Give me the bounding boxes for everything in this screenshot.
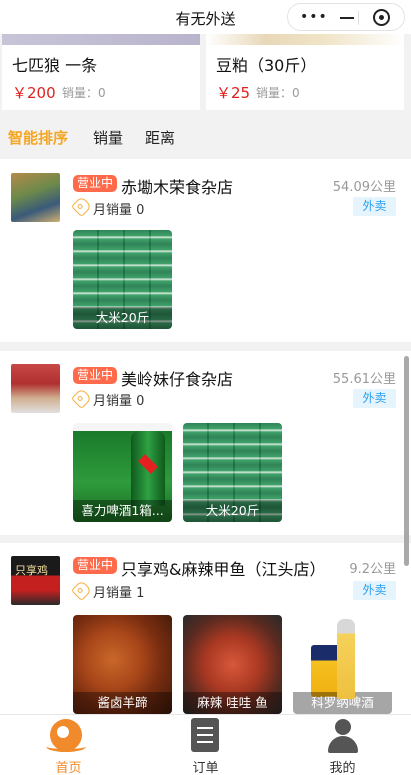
tab-label: 我的 xyxy=(329,761,356,775)
product-image xyxy=(2,34,200,45)
goods-item[interactable]: 大米20斤 xyxy=(183,423,282,522)
product-card[interactable]: 豆粕（30斤） ￥25 销量：0 xyxy=(206,34,404,110)
tab-label: 订单 xyxy=(192,761,219,775)
sort-distance[interactable]: 距离 xyxy=(145,127,175,148)
shop-card[interactable]: 营业中 只享鸡&麻辣甲鱼（江头店） 9.2公里 月销量 1 外卖 酱卤羊蹄 麻辣… xyxy=(0,543,411,714)
more-dots-icon[interactable]: ••• xyxy=(300,10,328,24)
order-list-icon xyxy=(191,718,219,752)
goods-label: 大米20斤 xyxy=(183,500,282,522)
product-sales: 销量：0 xyxy=(256,86,300,100)
sort-bar: 智能排序 销量 距离 xyxy=(0,118,411,156)
home-icon xyxy=(46,719,86,752)
shop-thumbnail xyxy=(11,364,60,413)
shop-card[interactable]: 营业中 美岭妹仔食杂店 55.61公里 月销量 0 外卖 喜力啤酒1箱... 大… xyxy=(0,351,411,535)
tab-orders[interactable]: 订单 xyxy=(137,715,274,775)
goods-item[interactable]: 喜力啤酒1箱... xyxy=(73,423,172,522)
product-image xyxy=(206,34,404,45)
status-badge: 营业中 xyxy=(73,557,118,574)
featured-products: 七匹狼 一条 ￥200 销量：0 豆粕（30斤） ￥25 销量：0 xyxy=(0,34,411,124)
sort-smart[interactable]: 智能排序 xyxy=(8,127,68,148)
product-card[interactable]: 七匹狼 一条 ￥200 销量：0 xyxy=(2,34,200,110)
mini-program-capsule: ••• xyxy=(287,3,405,31)
goods-item[interactable]: 科罗纳啤酒 xyxy=(293,615,392,714)
product-name: 豆粕（30斤） xyxy=(216,56,317,75)
capsule-divider xyxy=(358,11,359,25)
sort-sales[interactable]: 销量 xyxy=(93,127,123,148)
status-badge: 营业中 xyxy=(73,367,118,384)
minimize-icon[interactable] xyxy=(340,17,354,19)
tab-bar: 首页 订单 我的 xyxy=(0,714,411,775)
shop-name: 只享鸡&麻辣甲鱼（江头店） xyxy=(121,560,326,579)
target-circle-icon[interactable] xyxy=(373,9,390,26)
user-icon xyxy=(328,719,358,753)
goods-item[interactable]: 大米20斤 xyxy=(73,230,172,329)
goods-label: 喜力啤酒1箱... xyxy=(73,500,172,522)
tag-icon xyxy=(70,387,93,410)
product-name: 七匹狼 一条 xyxy=(12,56,98,75)
product-price: ￥200 xyxy=(12,84,56,102)
goods-label: 科罗纳啤酒 xyxy=(293,692,392,714)
goods-label: 酱卤羊蹄 xyxy=(73,692,172,714)
tab-label: 首页 xyxy=(55,761,82,775)
tab-me[interactable]: 我的 xyxy=(274,715,411,775)
shop-name: 美岭妹仔食杂店 xyxy=(121,370,234,389)
status-badge: 营业中 xyxy=(73,175,118,192)
goods-item[interactable]: 麻辣 哇哇 鱼 xyxy=(183,615,282,714)
tag-icon xyxy=(70,579,93,602)
shop-card[interactable]: 营业中 赤墈木荣食杂店 54.09公里 月销量 0 外卖 大米20斤 xyxy=(0,159,411,342)
shop-distance: 9.2公里 xyxy=(349,562,396,577)
tag-icon xyxy=(70,195,93,218)
goods-item[interactable]: 酱卤羊蹄 xyxy=(73,615,172,714)
scrollbar[interactable] xyxy=(404,356,409,566)
title-bar: 有无外送 ••• xyxy=(0,0,411,34)
tab-home[interactable]: 首页 xyxy=(0,715,137,775)
delivery-tag: 外卖 xyxy=(353,197,396,216)
monthly-sales: 月销量 0 xyxy=(93,203,145,218)
shop-name: 赤墈木荣食杂店 xyxy=(121,178,234,197)
goods-label: 大米20斤 xyxy=(73,307,172,329)
goods-label: 麻辣 哇哇 鱼 xyxy=(183,692,282,714)
shop-distance: 55.61公里 xyxy=(332,372,396,387)
product-price: ￥25 xyxy=(216,84,251,102)
shop-distance: 54.09公里 xyxy=(332,180,396,195)
monthly-sales: 月销量 0 xyxy=(93,394,145,409)
monthly-sales: 月销量 1 xyxy=(93,586,145,601)
delivery-tag: 外卖 xyxy=(353,581,396,600)
product-sales: 销量：0 xyxy=(62,86,106,100)
shop-thumbnail xyxy=(11,173,60,222)
shop-thumbnail xyxy=(11,556,60,605)
delivery-tag: 外卖 xyxy=(353,389,396,408)
